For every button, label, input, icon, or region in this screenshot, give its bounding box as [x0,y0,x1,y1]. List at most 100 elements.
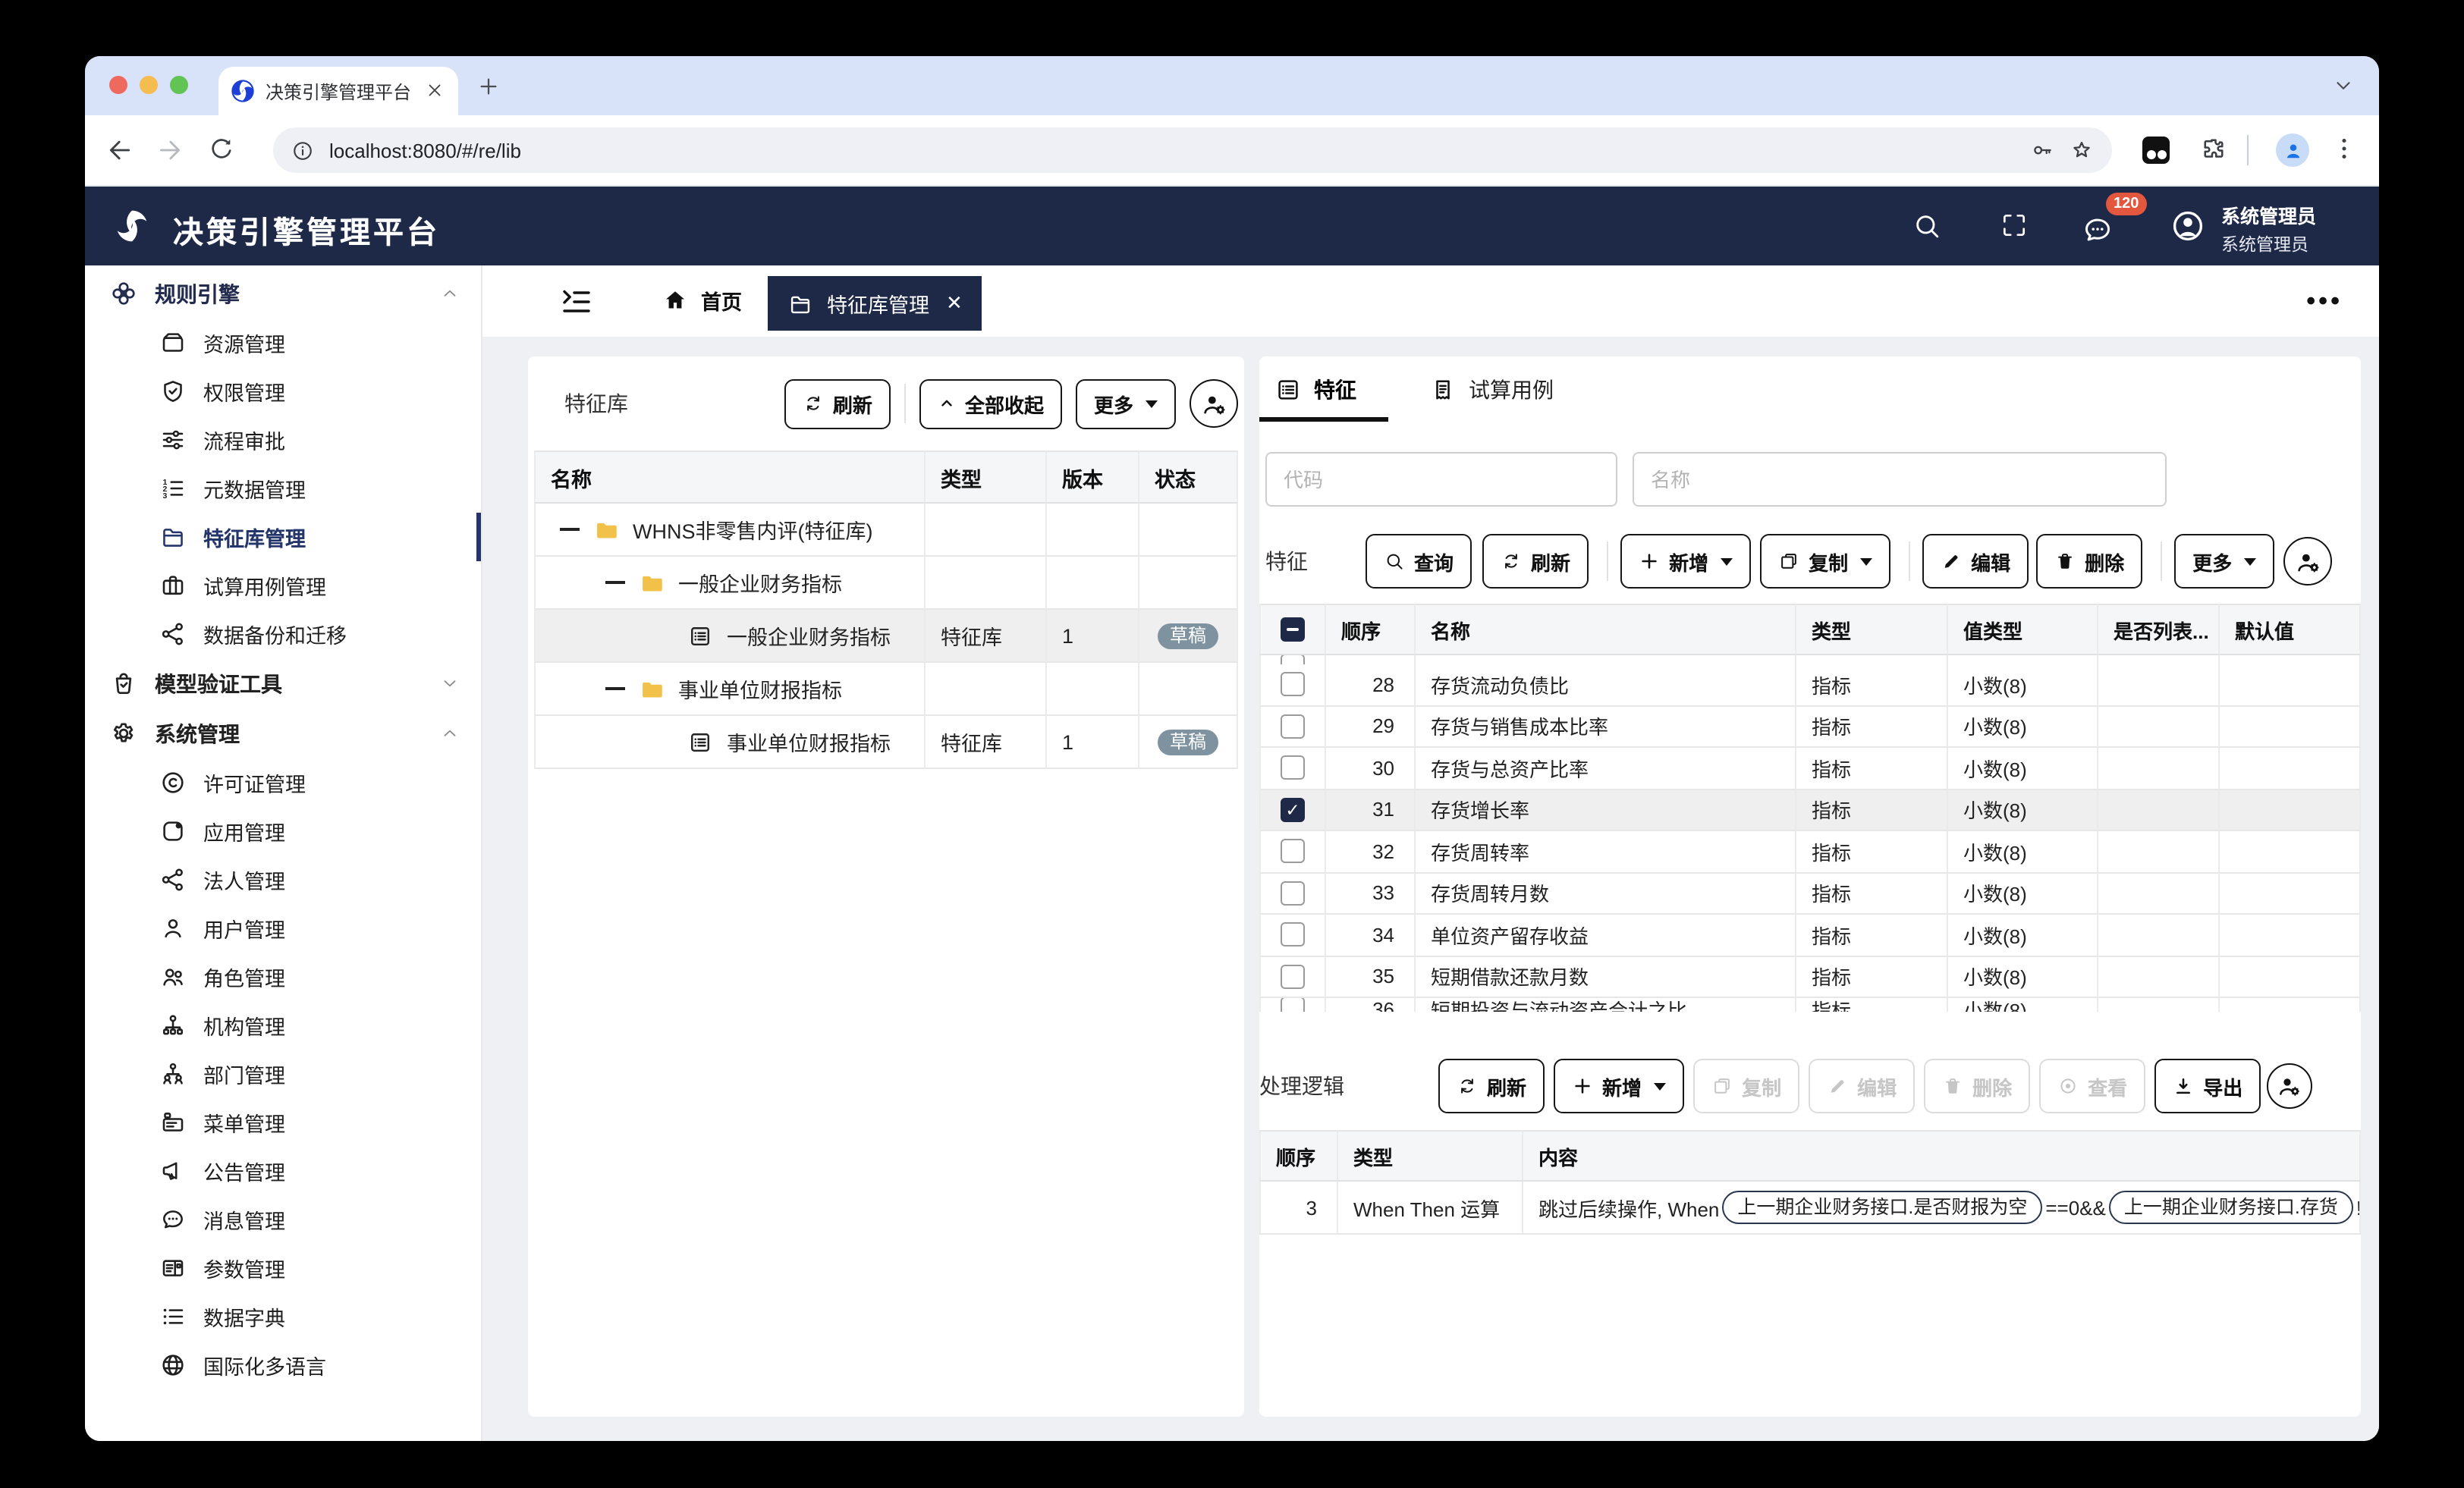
search-icon[interactable] [1912,211,1942,241]
sidebar-item[interactable]: 消息管理 [85,1195,481,1244]
feature-user-settings-button[interactable] [2283,537,2332,585]
logic-export-button[interactable]: 导出 [2154,1059,2261,1113]
panel-tab-features[interactable]: 特征 [1259,356,1372,422]
tab-close-icon[interactable] [425,80,446,102]
tree-row[interactable]: 一般企业财务指标特征库1草稿 [534,610,1238,663]
feature-query-button[interactable]: 查询 [1366,534,1472,589]
sidebar-item[interactable]: 公告管理 [85,1147,481,1195]
feature-copy-button[interactable]: 复制 [1760,534,1890,589]
sidebar-item[interactable]: 法人管理 [85,855,481,904]
feature-add-button[interactable]: 新增 [1620,534,1751,589]
panel-tab-test-cases[interactable]: 试算用例 [1414,356,1569,422]
new-tab-button[interactable] [476,74,501,99]
sidebar-item[interactable]: 权限管理 [85,367,481,416]
window-zoom-button[interactable] [170,76,188,94]
tree-collapse-icon[interactable] [605,581,625,584]
browser-menu-icon[interactable] [2330,135,2361,165]
row-checkbox[interactable] [1281,998,1305,1012]
tree-collapse-icon[interactable] [560,528,580,531]
sidebar-item[interactable]: 数据备份和迁移 [85,610,481,658]
library-more-button[interactable]: 更多 [1076,378,1176,429]
browser-profile-avatar[interactable] [2276,133,2309,167]
feature-row[interactable]: 29存货与销售成本比率指标小数(8) [1259,706,2361,748]
sidebar-item[interactable]: 试算用例管理 [85,561,481,610]
sidebar-item[interactable]: 资源管理 [85,319,481,367]
sidebar-section-1[interactable]: 模型验证工具 [85,658,481,708]
feature-delete-button[interactable]: 删除 [2036,534,2142,589]
menu-collapse-icon[interactable] [558,284,595,320]
feature-row[interactable]: 34单位资产留存收益指标小数(8) [1259,915,2361,956]
row-checkbox[interactable] [1281,673,1305,697]
row-checkbox[interactable] [1281,923,1305,947]
logic-row[interactable]: 3When Then 运算跳过后续操作, When 上一期企业财务接口.是否财报… [1259,1182,2361,1235]
feature-edit-button[interactable]: 编辑 [1922,534,2029,589]
sidebar-item[interactable]: 123元数据管理 [85,464,481,513]
sidebar-item[interactable]: 应用管理 [85,807,481,855]
tree-row[interactable]: 事业单位财报指标 [534,663,1238,716]
tree-row[interactable]: 一般企业财务指标 [534,557,1238,610]
logic-user-settings-button[interactable] [2267,1063,2312,1109]
sidebar-item[interactable]: 角色管理 [85,953,481,1001]
tab-bar-more-icon[interactable]: ••• [2306,287,2343,317]
sidebar-item[interactable]: 国际化多语言 [85,1341,481,1389]
page-tab-close-icon[interactable]: ✕ [946,291,963,315]
feature-row[interactable]: ✓31存货增长率指标小数(8) [1259,790,2361,831]
select-all-checkbox[interactable] [1281,617,1305,642]
sidebar-item[interactable]: 参数管理 [85,1244,481,1292]
feature-row[interactable]: 36短期投资与流动资产合计之比指标小数(8) [1259,998,2361,1012]
feature-row[interactable]: 33存货周转月数指标小数(8) [1259,873,2361,915]
messages-icon[interactable] [2082,214,2112,244]
library-refresh-button[interactable]: 刷新 [784,378,891,429]
logic-view-button[interactable]: 查看 [2039,1059,2145,1113]
browser-tab[interactable]: 决策引擎管理平台 [218,67,458,115]
tree-collapse-icon[interactable] [605,687,625,690]
extension-icon[interactable] [2142,137,2170,164]
row-checkbox[interactable] [1281,756,1305,780]
sidebar-item[interactable]: 特征库管理 [85,513,481,561]
sidebar-item[interactable]: 菜单管理 [85,1098,481,1147]
row-checkbox[interactable] [1281,840,1305,864]
sidebar-item[interactable]: 部门管理 [85,1050,481,1098]
tab-search-chevron-icon[interactable] [2332,74,2355,97]
feature-refresh-button[interactable]: 刷新 [1482,534,1589,589]
tree-row[interactable]: WHNS非零售内评(特征库) [534,504,1238,557]
back-button[interactable] [105,135,135,165]
page-tab-active[interactable]: 特征库管理 ✕ [768,276,982,331]
feature-more-button[interactable]: 更多 [2174,534,2274,589]
row-checkbox[interactable]: ✓ [1281,798,1305,822]
window-minimize-button[interactable] [140,76,158,94]
library-collapse-all-button[interactable]: 全部收起 [919,378,1062,429]
logic-edit-button[interactable]: 编辑 [1809,1059,1915,1113]
address-bar[interactable]: localhost:8080/#/re/lib [273,127,2112,173]
logic-refresh-button[interactable]: 刷新 [1438,1059,1545,1113]
forward-button[interactable] [155,135,185,165]
site-info-icon[interactable] [291,139,314,162]
library-user-settings-button[interactable] [1190,379,1238,428]
bookmark-star-icon[interactable] [2070,138,2094,162]
feature-row[interactable]: 28存货流动负债比指标小数(8) [1259,664,2361,706]
logic-add-button[interactable]: 新增 [1554,1059,1684,1113]
sidebar-item[interactable]: 流程审批 [85,416,481,464]
breadcrumb-home[interactable]: 首页 [662,285,742,315]
sidebar-section-0[interactable]: 规则引擎 [85,268,481,319]
sidebar-item[interactable]: 数据字典 [85,1292,481,1341]
feature-row[interactable]: 30存货与总资产比率指标小数(8) [1259,748,2361,790]
sidebar-item[interactable]: 许可证管理 [85,758,481,807]
user-info[interactable]: 系统管理员 系统管理员 [2221,200,2316,256]
tree-row[interactable]: 事业单位财报指标特征库1草稿 [534,716,1238,769]
code-filter-input[interactable] [1265,452,1617,507]
feature-row[interactable]: 32存货周转率指标小数(8) [1259,831,2361,873]
logic-delete-button[interactable]: 删除 [1924,1059,2030,1113]
fullscreen-icon[interactable] [2000,211,2030,241]
sidebar-section-2[interactable]: 系统管理 [85,708,481,758]
row-checkbox[interactable] [1281,714,1305,739]
row-checkbox[interactable] [1281,881,1305,906]
feature-row[interactable]: 35短期借款还款月数指标小数(8) [1259,956,2361,998]
logic-copy-button[interactable]: 复制 [1693,1059,1799,1113]
row-checkbox[interactable] [1281,965,1305,989]
name-filter-input[interactable] [1633,452,2167,507]
password-key-icon[interactable] [2030,138,2054,162]
reload-button[interactable] [206,135,237,165]
user-avatar[interactable] [2170,208,2206,244]
extensions-puzzle-icon[interactable] [2200,135,2230,165]
